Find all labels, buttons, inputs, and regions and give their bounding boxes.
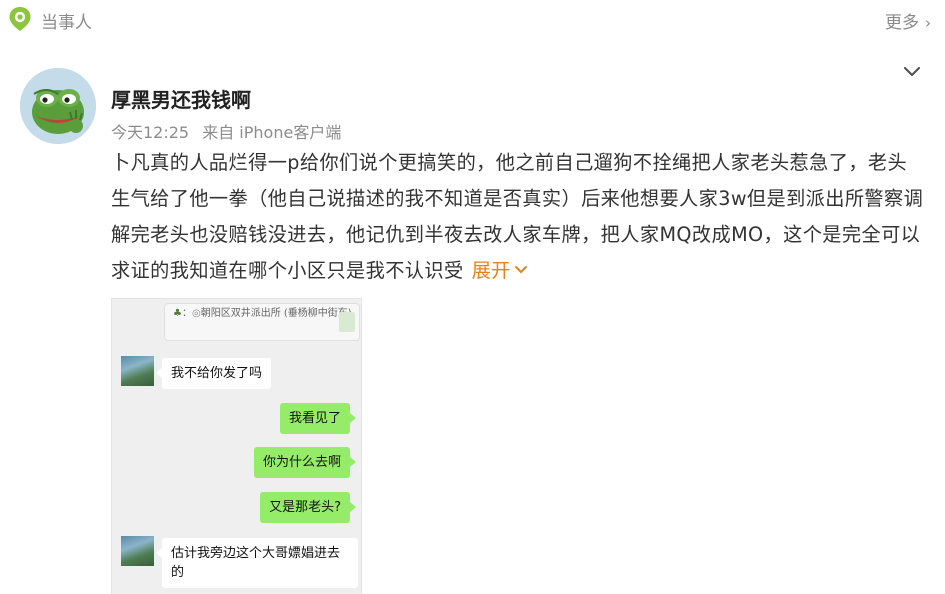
chat-bubble-left: 我不给你发了吗	[155, 358, 272, 389]
location-text: 朝阳区双井派出所 (垂杨柳中街东)	[200, 308, 352, 319]
chat-bubble-right: 你为什么去啊	[253, 447, 357, 478]
location-pin-logo	[9, 7, 31, 31]
section-header: 当事人 更多 ›	[0, 0, 945, 40]
map-thumbnail	[339, 312, 355, 332]
location-prefix: ：	[181, 308, 192, 319]
chevron-down-icon[interactable]	[902, 64, 922, 80]
post-image-chat-screenshot[interactable]: ♣：◎朝阳区双井派出所 (垂杨柳中街东) 我不给你发了吗 我看见了 你为什么去啊…	[111, 298, 362, 594]
chat-avatar	[121, 536, 154, 566]
post-meta: 今天12:25 来自 iPhone客户端	[111, 119, 341, 143]
chevron-down-icon	[514, 266, 527, 274]
chat-avatar	[121, 356, 154, 386]
location-pin-icon: ◎	[191, 308, 201, 319]
author-name[interactable]: 厚黑男还我钱啊	[111, 84, 251, 113]
chevron-right-icon: ›	[925, 14, 931, 32]
post-body: 卜凡真的人品烂得一p给你们说个更搞笑的，他之前自己遛狗不拴绳把人家老头惹急了，老…	[111, 145, 926, 289]
expand-label: 展开	[471, 259, 511, 282]
sender-icon: ♣	[173, 308, 182, 319]
location-card: ♣：◎朝阳区双井派出所 (垂杨柳中街东)	[164, 303, 360, 341]
chat-bubble-left: 估计我旁边这个大哥嫖娼进去的	[156, 538, 358, 588]
frog-avatar-image	[20, 68, 96, 144]
post-source: 来自 iPhone客户端	[202, 123, 342, 142]
chat-bubble-right: 又是那老头?	[260, 492, 356, 523]
section-title: 当事人	[41, 13, 92, 33]
weibo-post-page: 当事人 更多 › 厚黑男还我钱啊 今天12:25 来自 iPhone客户端 卜凡真…	[0, 0, 945, 594]
avatar[interactable]	[20, 68, 96, 144]
chat-bubble-right: 我看见了	[279, 403, 357, 434]
more-label: 更多	[885, 13, 919, 33]
expand-link[interactable]: 展开	[472, 259, 528, 282]
post-time: 今天12:25	[111, 123, 190, 142]
more-link[interactable]: 更多 ›	[885, 8, 931, 33]
